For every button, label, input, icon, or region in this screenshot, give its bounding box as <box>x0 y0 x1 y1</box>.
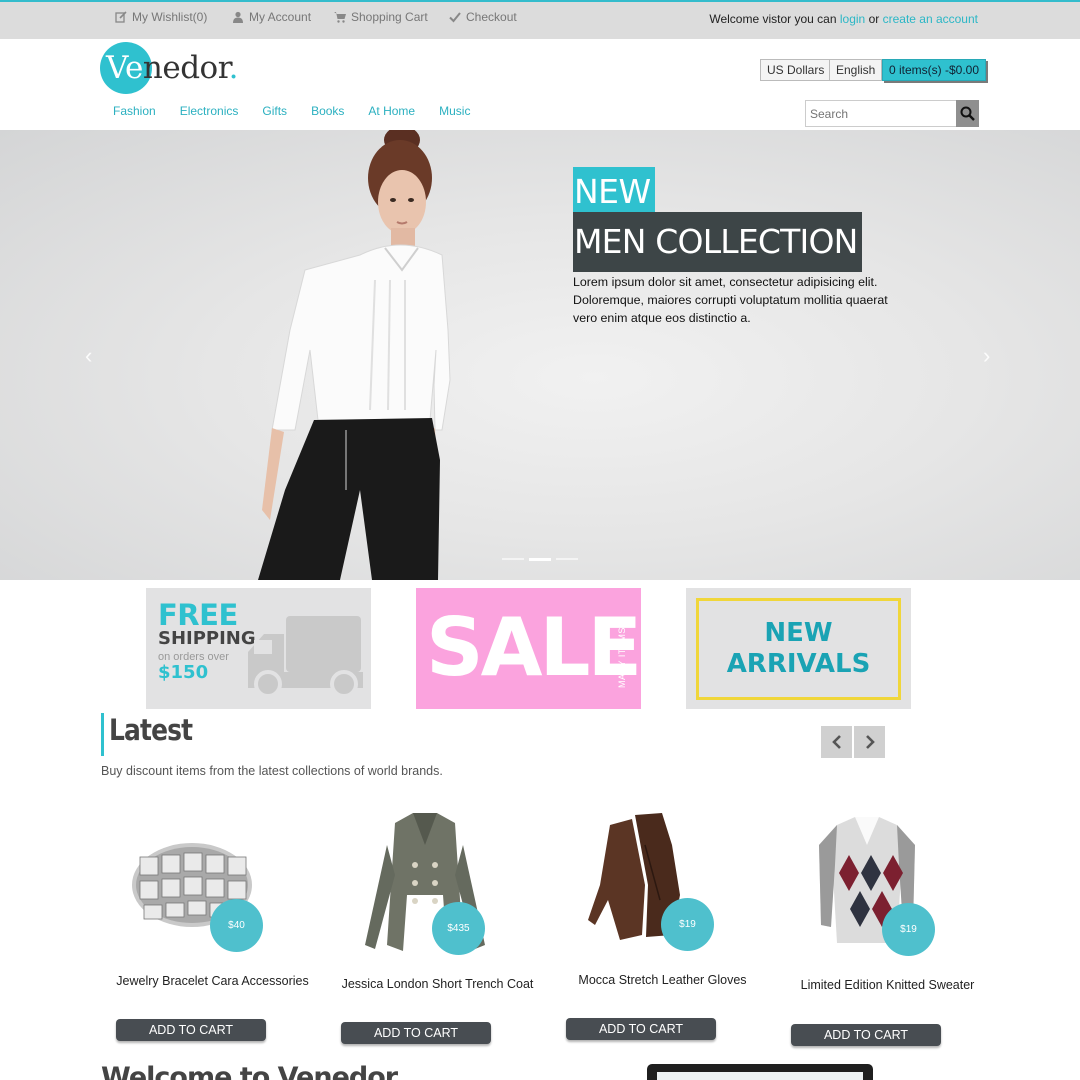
language-selector[interactable]: English <box>829 59 883 81</box>
nav-item-electronics[interactable]: Electronics <box>180 104 239 118</box>
main-nav: Fashion Electronics Gifts Books At Home … <box>113 104 494 118</box>
wishlist-label: My Wishlist(0) <box>132 10 208 24</box>
product-card: $435 Jessica London Short Trench Coat AD… <box>325 805 550 1055</box>
product-name[interactable]: Mocca Stretch Leather Gloves <box>550 971 775 989</box>
promo-new-arrivals[interactable]: NEW ARRIVALS <box>686 588 911 709</box>
cart-icon <box>334 12 346 23</box>
hero-badge-new: NEW <box>573 167 655 213</box>
promo-sale-label: SALE <box>426 601 642 694</box>
search-box <box>805 100 979 127</box>
latest-title: Latest <box>109 713 193 747</box>
login-link[interactable]: login <box>840 12 865 26</box>
hero-slider: ‹ › NEW MEN COLLECTION Lorem ipsum dolor… <box>0 130 1080 580</box>
user-icon <box>233 11 243 23</box>
logo[interactable]: Venedor. <box>100 42 260 94</box>
promo-shipping-price: $150 <box>158 662 209 683</box>
check-icon <box>449 12 461 23</box>
product-card: $40 Jewelry Bracelet Cara Accessories AD… <box>100 805 325 1055</box>
shopping-cart-label: Shopping Cart <box>351 10 428 24</box>
product-name[interactable]: Limited Edition Knitted Sweater <box>775 976 1000 994</box>
hero-model-image <box>258 130 451 580</box>
promo-arrivals-line2: ARRIVALS <box>726 649 871 679</box>
currency-selector[interactable]: US Dollars <box>760 59 832 81</box>
promo-many-items-label: MANY ITEMS <box>617 627 627 688</box>
welcome-message: Welcome vistor you can login or create a… <box>709 12 978 26</box>
chevron-left-icon <box>831 735 841 749</box>
latest-next-button[interactable] <box>854 726 885 758</box>
add-to-cart-button[interactable]: ADD TO CART <box>341 1022 491 1044</box>
promo-arrivals-line1: NEW <box>764 618 833 648</box>
add-to-cart-button[interactable]: ADD TO CART <box>566 1018 716 1040</box>
search-icon <box>960 106 975 121</box>
nav-item-at-home[interactable]: At Home <box>368 104 415 118</box>
promo-shipping-label: SHIPPING <box>158 628 256 649</box>
welcome-title: Welcome to Venedor <box>101 1062 398 1080</box>
promo-sale[interactable]: SALE MANY ITEMS <box>416 588 642 709</box>
laptop-screen <box>657 1072 863 1080</box>
section-accent-bar <box>101 713 104 756</box>
chevron-right-icon <box>865 735 875 749</box>
laptop-image <box>647 1064 873 1080</box>
checkout-link[interactable]: Checkout <box>449 10 517 24</box>
product-name[interactable]: Jewelry Bracelet Cara Accessories <box>100 972 325 990</box>
add-to-cart-button[interactable]: ADD TO CART <box>116 1019 266 1041</box>
nav-item-fashion[interactable]: Fashion <box>113 104 156 118</box>
price-badge: $40 <box>210 899 263 952</box>
price-badge: $19 <box>882 903 935 956</box>
wishlist-link[interactable]: My Wishlist(0) <box>115 10 207 24</box>
truck-icon <box>248 616 363 698</box>
hero-next-arrow[interactable]: › <box>983 343 990 369</box>
search-input[interactable] <box>805 100 957 127</box>
checkout-label: Checkout <box>466 10 517 24</box>
account-link[interactable]: My Account <box>232 10 311 24</box>
create-account-link[interactable]: create an account <box>883 12 978 26</box>
add-to-cart-button[interactable]: ADD TO CART <box>791 1024 941 1046</box>
hero-badge-collection: MEN COLLECTION <box>573 212 862 272</box>
hero-dot[interactable] <box>502 558 524 560</box>
product-card: $19 Limited Edition Knitted Sweater ADD … <box>775 805 1000 1055</box>
price-badge: $435 <box>432 902 485 955</box>
promo-free-label: FREE <box>158 598 238 632</box>
hero-description: Lorem ipsum dolor sit amet, consectetur … <box>573 275 888 325</box>
product-card: $19 Mocca Stretch Leather Gloves ADD TO … <box>550 805 775 1055</box>
cart-summary-button[interactable]: 0 items(s) -$0.00 <box>882 59 987 81</box>
search-button[interactable] <box>956 100 979 127</box>
edit-icon <box>115 11 127 23</box>
shopping-cart-link[interactable]: Shopping Cart <box>334 10 428 24</box>
price-badge: $19 <box>661 898 714 951</box>
nav-item-music[interactable]: Music <box>439 104 470 118</box>
product-name[interactable]: Jessica London Short Trench Coat <box>325 975 550 993</box>
promo-free-shipping[interactable]: FREE SHIPPING on orders over $150 <box>146 588 371 709</box>
latest-prev-button[interactable] <box>821 726 852 758</box>
latest-subtitle: Buy discount items from the latest colle… <box>101 764 443 778</box>
account-label: My Account <box>249 10 312 24</box>
nav-item-gifts[interactable]: Gifts <box>262 104 287 118</box>
hero-dot[interactable] <box>556 558 578 560</box>
hero-pagination <box>502 558 578 561</box>
hero-dot-active[interactable] <box>529 558 551 561</box>
nav-item-books[interactable]: Books <box>311 104 344 118</box>
top-bar: My Wishlist(0) My Account Shopping Cart … <box>0 0 1080 39</box>
hero-prev-arrow[interactable]: ‹ <box>85 343 92 369</box>
